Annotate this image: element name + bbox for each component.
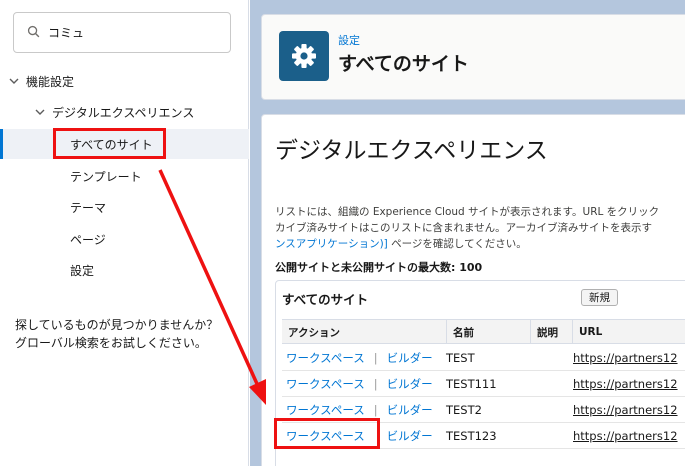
sidebar-item-label: ページ xyxy=(70,232,106,247)
tree-section-label: 機能設定 xyxy=(26,74,75,89)
content-card: デジタルエクスペリエンス リストには、組織の Experience Cloud … xyxy=(261,114,685,466)
row-actions: ワークスペース | ビルダー xyxy=(286,371,433,397)
header-eyebrow: 設定 xyxy=(338,34,360,47)
new-site-button[interactable]: 新規 xyxy=(581,289,618,306)
builder-link[interactable]: ビルダー xyxy=(387,376,433,392)
sidebar-item-pages[interactable]: ページ xyxy=(0,224,249,254)
content-title: デジタルエクスペリエンス xyxy=(275,138,548,164)
help-line-2: グローバル検索をお試しください。 xyxy=(15,336,207,350)
builder-link[interactable]: ビルダー xyxy=(387,428,433,444)
column-header-description[interactable]: 説明 xyxy=(530,320,572,344)
site-url-link[interactable]: https://partners12 xyxy=(573,371,678,397)
sidebar-item-label: テンプレート xyxy=(70,169,142,184)
max-sites-text: 公開サイトと未公開サイトの最大数: 100 xyxy=(275,261,483,274)
page-title: すべてのサイト xyxy=(338,53,469,75)
selected-indicator xyxy=(0,129,3,159)
setup-sidebar: コミュ 機能設定 デジタルエクスペリエンス すべてのサイト テンプレート テーマ… xyxy=(0,0,249,466)
help-line-1: 探しているものが見つかりませんか？ xyxy=(15,318,219,332)
description: リストには、組織の Experience Cloud サイトが表示されます。UR… xyxy=(275,204,685,252)
table-row: ワークスペース | ビルダー TEST111 https://partners12 xyxy=(282,371,685,397)
sidebar-item-label: テーマ xyxy=(70,200,107,215)
description-line-2: カイブ済みサイトはこのリストに含まれません。アーカイブ済みサイトを表示す xyxy=(275,222,653,234)
sidebar-item-label: 設定 xyxy=(70,263,95,278)
search-icon xyxy=(27,25,40,41)
site-name: TEST2 xyxy=(446,403,482,417)
action-separator: | xyxy=(373,377,378,391)
sidebar-item-settings[interactable]: 設定 xyxy=(0,255,249,285)
chevron-down-icon xyxy=(8,75,20,87)
workspace-link[interactable]: ワークスペース xyxy=(286,376,365,392)
site-url-link[interactable]: https://partners12 xyxy=(573,423,678,449)
column-header-name[interactable]: 名前 xyxy=(446,320,530,344)
description-link[interactable]: ンスアプリケーション)] xyxy=(275,238,388,250)
annotation-highlight-workspace xyxy=(274,418,380,449)
help-text: 探しているものが見つかりませんか？ グローバル検索をお試しください。 xyxy=(15,316,247,352)
description-line-3: ンスアプリケーション)] ページを確認してください。 xyxy=(275,236,685,252)
quick-find-input[interactable]: コミュ xyxy=(13,12,231,53)
builder-link[interactable]: ビルダー xyxy=(387,350,433,366)
page-header: 設定 すべてのサイト xyxy=(261,14,685,100)
site-url-link[interactable]: https://partners12 xyxy=(573,345,678,371)
table-row: ワークスペース | ビルダー TEST https://partners12 xyxy=(282,345,685,371)
sidebar-item-templates[interactable]: テンプレート xyxy=(0,161,249,191)
main-content: 設定 すべてのサイト デジタルエクスペリエンス リストには、組織の Experi… xyxy=(250,0,685,466)
action-separator: | xyxy=(373,403,378,417)
tree-group-digital-experiences[interactable]: デジタルエクスペリエンス xyxy=(0,97,249,127)
chevron-down-icon xyxy=(34,106,46,118)
tree-group-label: デジタルエクスペリエンス xyxy=(52,105,195,120)
sidebar-item-themes[interactable]: テーマ xyxy=(0,192,249,222)
builder-link[interactable]: ビルダー xyxy=(387,402,433,418)
column-header-url[interactable]: URL xyxy=(572,320,685,344)
workspace-link[interactable]: ワークスペース xyxy=(286,402,365,418)
sites-list-title: すべてのサイト xyxy=(282,292,369,307)
site-name: TEST123 xyxy=(446,429,497,443)
column-header-action: アクション xyxy=(288,326,340,339)
search-value: コミュ xyxy=(48,26,85,40)
site-url-link[interactable]: https://partners12 xyxy=(573,397,678,423)
tree-section-feature-settings[interactable]: 機能設定 xyxy=(0,66,249,96)
description-line-3-rest: ページを確認してください。 xyxy=(387,238,527,250)
gear-icon xyxy=(279,31,329,81)
sites-table: アクション 名前 説明 URL ワークスペース | ビルダー TEST https:… xyxy=(282,319,685,449)
site-name: TEST xyxy=(446,351,475,365)
workspace-link[interactable]: ワークスペース xyxy=(286,350,365,366)
site-name: TEST111 xyxy=(446,377,497,391)
table-header: アクション 名前 説明 URL xyxy=(282,320,685,344)
row-actions: ワークスペース | ビルダー xyxy=(286,345,433,371)
description-line-1: リストには、組織の Experience Cloud サイトが表示されます。UR… xyxy=(275,206,660,218)
annotation-highlight-all-sites xyxy=(53,128,166,159)
action-separator: | xyxy=(373,351,378,365)
